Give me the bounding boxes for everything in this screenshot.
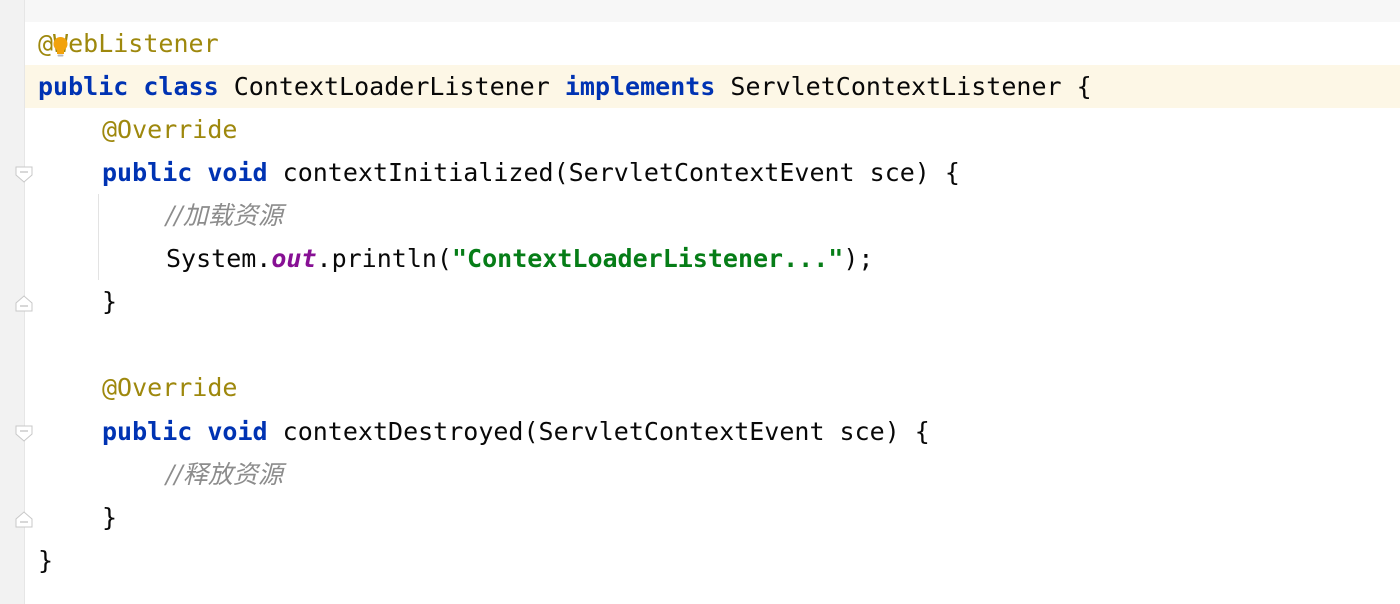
keyword-token: public — [38, 72, 129, 101]
code-line-method-declaration[interactable]: public void contextDestroyed(ServletCont… — [25, 410, 1400, 453]
method-call-token: .println( — [316, 244, 452, 273]
code-area[interactable]: @WebListener public class ContextLoaderL… — [25, 22, 1400, 604]
code-line-annotation[interactable]: @Override — [25, 366, 1400, 409]
brace-token: } — [102, 503, 118, 532]
method-signature-token: contextDestroyed(ServletContextEvent sce… — [282, 417, 930, 446]
identifier-token: System. — [166, 244, 272, 273]
keyword-token: public — [102, 158, 193, 187]
editor-top-strip — [0, 0, 1400, 22]
comment-token: //加载资源 — [166, 201, 283, 230]
annotation-token: @Override — [102, 373, 238, 402]
punctuation-token: ); — [843, 244, 874, 273]
keyword-token: void — [207, 417, 268, 446]
keyword-token: void — [207, 158, 268, 187]
code-line-close-brace[interactable]: } — [25, 539, 1400, 582]
keyword-token: public — [102, 417, 193, 446]
string-literal-token: "ContextLoaderListener..." — [451, 244, 844, 273]
static-field-token: out — [271, 244, 317, 273]
code-editor[interactable]: @WebListener public class ContextLoaderL… — [0, 0, 1400, 604]
code-line-blank[interactable] — [25, 323, 1400, 366]
code-line-annotation[interactable]: @Override — [25, 108, 1400, 151]
code-line-annotation[interactable]: @WebListener — [25, 22, 1400, 65]
brace-token: } — [38, 546, 54, 575]
comment-token: //释放资源 — [166, 460, 283, 489]
keyword-token: implements — [564, 72, 716, 101]
interface-name-token: ServletContextListener — [730, 72, 1062, 101]
code-line-comment[interactable]: //释放资源 — [25, 453, 1400, 496]
method-signature-token: contextInitialized(ServletContextEvent s… — [282, 158, 960, 187]
code-line-close-brace[interactable]: } — [25, 496, 1400, 539]
code-line-statement[interactable]: System.out.println("ContextLoaderListene… — [25, 237, 1400, 280]
brace-token: } — [102, 287, 118, 316]
class-name-token: ContextLoaderListener — [233, 72, 550, 101]
lightbulb-icon[interactable] — [52, 36, 69, 58]
brace-token: { — [1076, 72, 1092, 101]
code-line-class-declaration[interactable]: public class ContextLoaderListener imple… — [25, 65, 1400, 108]
keyword-token: class — [143, 72, 219, 101]
code-line-close-brace[interactable]: } — [25, 280, 1400, 323]
code-line-comment[interactable]: //加载资源 — [25, 194, 1400, 237]
code-line-method-declaration[interactable]: public void contextInitialized(ServletCo… — [25, 151, 1400, 194]
annotation-token: @Override — [102, 115, 238, 144]
